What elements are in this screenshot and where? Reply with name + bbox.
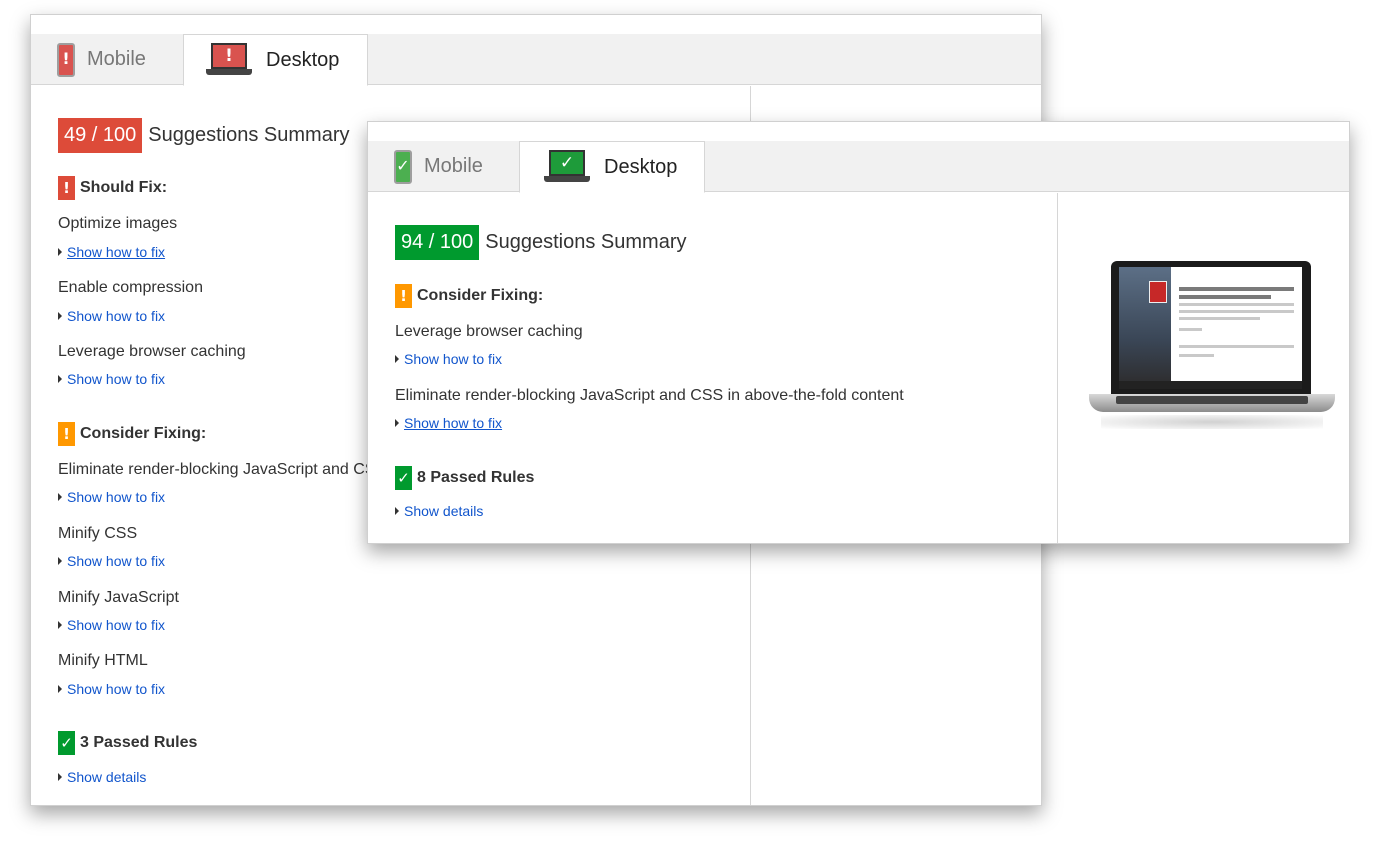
score-row: 49 / 100 Suggestions Summary bbox=[58, 118, 350, 153]
caret-right-icon bbox=[58, 621, 62, 629]
warning-icon: ! bbox=[58, 422, 75, 446]
consider-fixing-label: Consider Fixing: bbox=[417, 287, 544, 304]
warning-icon: ! bbox=[58, 176, 75, 200]
show-details-link[interactable]: Show details bbox=[58, 769, 146, 785]
rule-name: Minify JavaScript bbox=[58, 589, 179, 606]
show-how-to-fix-link[interactable]: Show how to fix bbox=[58, 308, 165, 324]
summary-title: Suggestions Summary bbox=[148, 124, 350, 146]
show-how-to-fix-link[interactable]: Show how to fix bbox=[58, 681, 165, 697]
rule-name: Leverage browser caching bbox=[395, 323, 583, 340]
summary-title: Suggestions Summary bbox=[485, 231, 687, 253]
tab-mobile[interactable]: ! Mobile bbox=[57, 34, 187, 85]
show-how-to-fix-link[interactable]: Show how to fix bbox=[395, 415, 502, 431]
caret-right-icon bbox=[58, 312, 62, 320]
score-badge: 49 / 100 bbox=[58, 118, 143, 153]
consider-fixing-heading: ! Consider Fixing: bbox=[395, 284, 543, 308]
rule-name: Enable compression bbox=[58, 279, 203, 296]
rule-name: Eliminate render-blocking JavaScript and… bbox=[395, 387, 904, 404]
caret-right-icon bbox=[395, 419, 399, 427]
should-fix-heading: ! Should Fix: bbox=[58, 176, 167, 200]
pagespeed-panel-desktop-after: ✓ Mobile ✓ Desktop 94 / 100 Suggestions … bbox=[367, 121, 1350, 544]
column-divider bbox=[1057, 193, 1058, 543]
tab-desktop-label: Desktop bbox=[266, 48, 340, 71]
rule-name: Optimize images bbox=[58, 215, 178, 232]
rule-name: Minify CSS bbox=[58, 525, 138, 542]
passed-rules-heading: ✓ 3 Passed Rules bbox=[58, 731, 197, 755]
caret-right-icon bbox=[395, 355, 399, 363]
score-row: 94 / 100 Suggestions Summary bbox=[395, 225, 687, 260]
desktop-preview-image bbox=[1086, 259, 1338, 469]
score-badge: 94 / 100 bbox=[395, 225, 480, 260]
show-how-to-fix-link[interactable]: Show how to fix bbox=[58, 553, 165, 569]
rule-name: Leverage browser caching bbox=[58, 343, 246, 360]
warning-icon: ! bbox=[395, 284, 412, 308]
show-how-to-fix-link[interactable]: Show how to fix bbox=[58, 371, 165, 387]
caret-right-icon bbox=[58, 557, 62, 565]
device-tabbar: ! Mobile ! Desktop bbox=[31, 34, 1041, 86]
consider-fixing-label: Consider Fixing: bbox=[80, 425, 207, 442]
tab-mobile-label: Mobile bbox=[424, 155, 483, 177]
show-how-to-fix-link[interactable]: Show how to fix bbox=[58, 489, 165, 505]
caret-right-icon bbox=[58, 773, 62, 781]
device-tabbar: ✓ Mobile ✓ Desktop bbox=[368, 141, 1349, 193]
tab-mobile[interactable]: ✓ Mobile bbox=[394, 141, 524, 192]
passed-rules-label: 8 Passed Rules bbox=[417, 469, 535, 486]
tab-mobile-label: Mobile bbox=[87, 48, 146, 70]
tab-desktop[interactable]: ✓ Desktop bbox=[519, 141, 705, 193]
caret-right-icon bbox=[58, 248, 62, 256]
show-how-to-fix-link[interactable]: Show how to fix bbox=[58, 617, 165, 633]
tab-desktop-label: Desktop bbox=[604, 155, 678, 178]
show-how-to-fix-link[interactable]: Show how to fix bbox=[395, 351, 502, 367]
mobile-warning-icon: ! bbox=[57, 42, 75, 77]
caret-right-icon bbox=[58, 685, 62, 693]
should-fix-label: Should Fix: bbox=[80, 179, 168, 196]
show-details-link[interactable]: Show details bbox=[395, 503, 483, 519]
caret-right-icon bbox=[395, 507, 399, 515]
passed-rules-label: 3 Passed Rules bbox=[80, 734, 198, 751]
consider-fixing-heading: ! Consider Fixing: bbox=[58, 422, 206, 446]
tab-desktop[interactable]: ! Desktop bbox=[183, 34, 368, 86]
caret-right-icon bbox=[58, 375, 62, 383]
caret-right-icon bbox=[58, 493, 62, 501]
desktop-check-icon: ✓ bbox=[544, 150, 590, 184]
passed-rules-heading: ✓ 8 Passed Rules bbox=[395, 466, 534, 490]
show-how-to-fix-link[interactable]: Show how to fix bbox=[58, 244, 165, 260]
check-icon: ✓ bbox=[395, 466, 412, 490]
desktop-warning-icon: ! bbox=[206, 43, 252, 77]
mobile-check-icon: ✓ bbox=[394, 149, 412, 184]
check-icon: ✓ bbox=[58, 731, 75, 755]
crest-icon bbox=[1149, 281, 1167, 303]
rule-name: Minify HTML bbox=[58, 652, 148, 669]
